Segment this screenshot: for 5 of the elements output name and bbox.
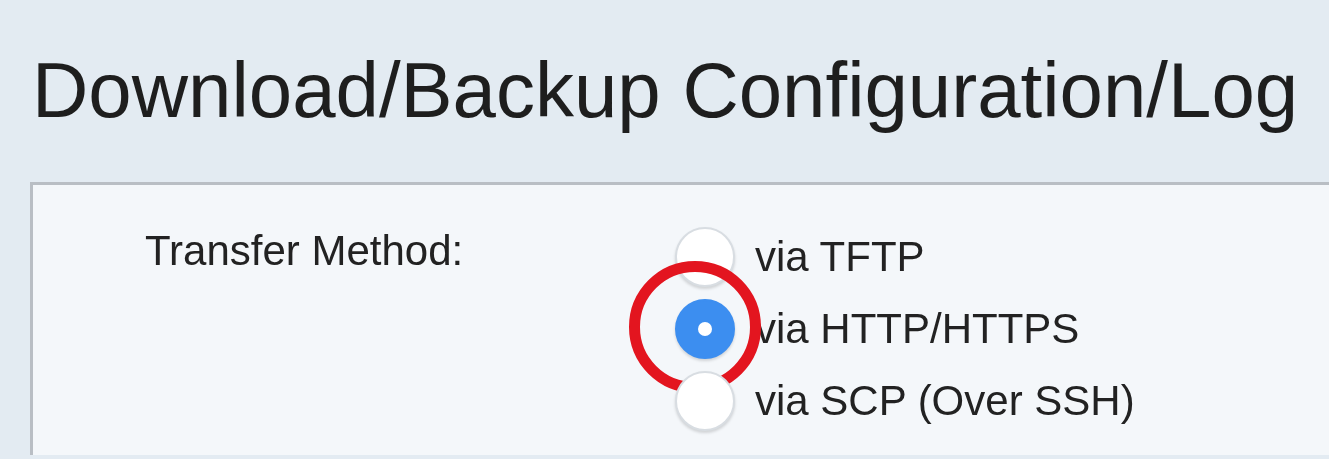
option-label: via TFTP xyxy=(755,233,925,281)
page-title: Download/Backup Configuration/Log xyxy=(31,45,1300,136)
field-label: Transfer Method: xyxy=(145,226,465,276)
option-label: via SCP (Over SSH) xyxy=(755,377,1135,425)
radio-button[interactable] xyxy=(675,299,735,359)
